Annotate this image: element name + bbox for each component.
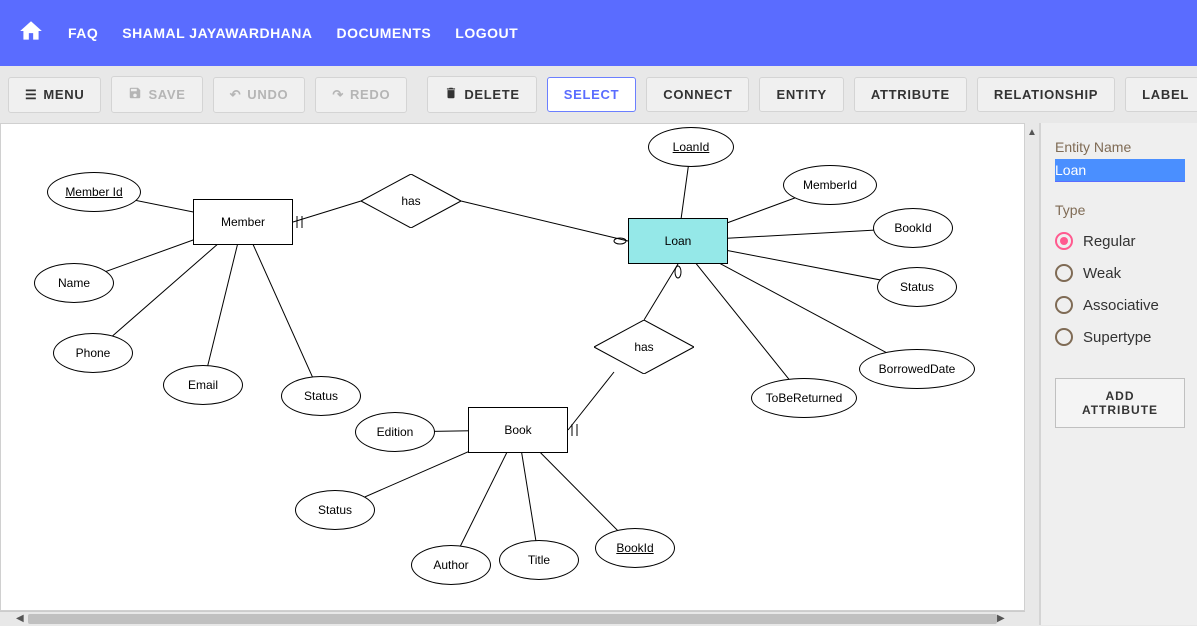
attribute-email[interactable]: Email [163,365,243,405]
attribute-author[interactable]: Author [411,545,491,585]
canvas[interactable]: Member Loan Book has has Member Id Name Phone Em… [0,123,1025,611]
attribute-loanid[interactable]: LoanId [648,127,734,167]
entity-name-label: Entity Name [1055,139,1185,155]
attribute-bookid[interactable]: BookId [873,208,953,248]
save-icon [128,86,142,103]
attribute-name[interactable]: Name [34,263,114,303]
attribute-phone[interactable]: Phone [53,333,133,373]
attribute-edition[interactable]: Edition [355,412,435,452]
save-label: SAVE [148,87,185,102]
relationship-label: has [401,194,420,208]
delete-label: DELETE [464,87,519,102]
undo-label: UNDO [247,87,288,102]
radio-icon [1055,296,1073,314]
horizontal-scrollbar[interactable]: ◀ ▶ [0,611,1025,625]
type-radio-regular[interactable]: Regular [1055,232,1185,250]
entity-button[interactable]: ENTITY [759,77,843,112]
hamburger-icon: ☰ [25,87,37,103]
attribute-status[interactable]: Status [295,490,375,530]
connect-button[interactable]: CONNECT [646,77,749,112]
properties-panel: Entity Name Type Regular Weak Associative S… [1039,123,1197,625]
relationship-has2[interactable]: has [594,320,694,374]
label-button[interactable]: LABEL [1125,77,1197,112]
home-icon[interactable] [18,18,44,49]
attribute-memberid[interactable]: Member Id [47,172,141,212]
radio-icon [1055,328,1073,346]
attribute-bookid[interactable]: BookId [595,528,675,568]
add-attribute-button[interactable]: ADD ATTRIBUTE [1055,378,1185,428]
attribute-borroweddate[interactable]: BorrowedDate [859,349,975,389]
radio-label: Supertype [1083,329,1151,346]
top-nav: FAQ SHAMAL JAYAWARDHANA DOCUMENTS LOGOUT [0,0,1197,66]
undo-button[interactable]: ↶ UNDO [213,77,306,113]
trash-icon [444,86,458,103]
scroll-up-arrow-icon[interactable]: ▲ [1027,127,1037,138]
nav-documents[interactable]: DOCUMENTS [337,25,432,41]
relationship-button[interactable]: RELATIONSHIP [977,77,1115,112]
toolbar: ☰ MENU SAVE ↶ UNDO ↷ REDO DELETE SELECT … [0,66,1197,123]
entity-book[interactable]: Book [468,407,568,453]
redo-button[interactable]: ↷ REDO [315,77,407,113]
attribute-status[interactable]: Status [281,376,361,416]
scroll-right-arrow-icon[interactable]: ▶ [997,613,1009,624]
entity-name-input[interactable] [1055,159,1185,182]
nav-faq[interactable]: FAQ [68,25,98,41]
attribute-status[interactable]: Status [877,267,957,307]
nav-user[interactable]: SHAMAL JAYAWARDHANA [122,25,312,41]
select-button[interactable]: SELECT [547,77,636,112]
menu-label: MENU [43,87,84,102]
radio-label: Associative [1083,297,1159,314]
attribute-title[interactable]: Title [499,540,579,580]
undo-icon: ↶ [230,87,242,103]
relationship-has1[interactable]: has [361,174,461,228]
menu-button[interactable]: ☰ MENU [8,77,101,113]
attribute-tobereturned[interactable]: ToBeReturned [751,378,857,418]
radio-label: Regular [1083,233,1136,250]
radio-label: Weak [1083,265,1121,282]
relationship-label: has [634,340,653,354]
radio-icon [1055,232,1073,250]
scroll-track[interactable] [28,614,997,624]
save-button[interactable]: SAVE [111,76,202,113]
type-radio-supertype[interactable]: Supertype [1055,328,1185,346]
type-radio-weak[interactable]: Weak [1055,264,1185,282]
type-label: Type [1055,202,1185,218]
scroll-left-arrow-icon[interactable]: ◀ [16,613,28,624]
entity-member[interactable]: Member [193,199,293,245]
vertical-scrollbar[interactable]: ▲ [1025,123,1039,625]
radio-icon [1055,264,1073,282]
redo-label: REDO [350,87,390,102]
main: Member Loan Book has has Member Id Name Phone Em… [0,123,1197,625]
attribute-memberid[interactable]: MemberId [783,165,877,205]
attribute-button[interactable]: ATTRIBUTE [854,77,967,112]
delete-button[interactable]: DELETE [427,76,536,113]
redo-icon: ↷ [332,87,344,103]
nav-logout[interactable]: LOGOUT [455,25,518,41]
type-radio-associative[interactable]: Associative [1055,296,1185,314]
entity-loan[interactable]: Loan [628,218,728,264]
